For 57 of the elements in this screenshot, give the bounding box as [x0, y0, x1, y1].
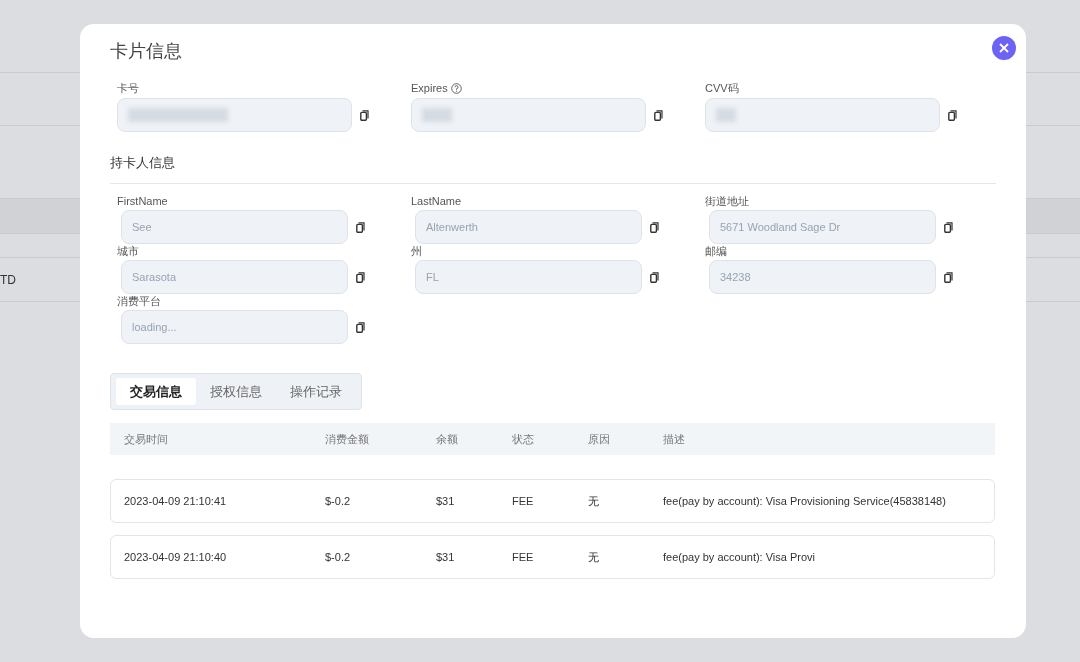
- text-field[interactable]: Sarasota: [121, 260, 348, 294]
- table-cell: TD: [0, 272, 16, 287]
- table-cell-text: fee(pay by account): Visa Provi: [663, 551, 817, 563]
- copy-icon[interactable]: [356, 221, 365, 233]
- close-icon: [999, 43, 1009, 53]
- text-field[interactable]: Altenwerth: [415, 210, 642, 244]
- field-label: 消费平台: [117, 294, 162, 308]
- text-field[interactable]: loading...: [121, 310, 348, 344]
- table-cell-text: 无: [588, 549, 600, 565]
- text-field[interactable]: 5671 Woodland Sage Dr: [709, 210, 936, 244]
- table-cell-text: 无: [588, 493, 600, 509]
- copy-icon[interactable]: [944, 221, 953, 233]
- dialog-title: 卡片信息: [110, 40, 183, 62]
- masked-field[interactable]: [117, 98, 352, 132]
- field-label: 邮编: [705, 244, 728, 258]
- copy-icon[interactable]: [654, 109, 663, 121]
- table-cell-text: $31: [436, 495, 456, 507]
- column-header: 余额: [436, 431, 459, 447]
- table-cell-text: 2023-04-09 21:10:41: [124, 495, 228, 507]
- table-cell-text: FEE: [512, 495, 535, 507]
- copy-icon[interactable]: [944, 271, 953, 283]
- copy-icon[interactable]: [360, 109, 369, 121]
- masked-field[interactable]: [705, 98, 940, 132]
- field-label: FirstName: [117, 194, 169, 208]
- field-label: CVV码: [705, 80, 739, 96]
- field-label: LastName: [411, 194, 463, 208]
- table-cell-text: 2023-04-09 21:10:40: [124, 551, 228, 563]
- column-header: 描述: [663, 431, 686, 447]
- copy-icon[interactable]: [356, 321, 365, 333]
- table-cell-text: fee(pay by account): Visa Provisioning Service(45838148): [663, 495, 947, 507]
- tab[interactable]: 操作记录: [276, 378, 356, 405]
- text-field[interactable]: See: [121, 210, 348, 244]
- table-cell-text: $-0.2: [325, 495, 352, 507]
- tab[interactable]: 授权信息: [196, 378, 276, 405]
- help-icon: [450, 82, 462, 94]
- field-label: 街道地址: [705, 194, 750, 208]
- column-header: 消费金额: [325, 431, 370, 447]
- column-header: 原因: [588, 431, 611, 447]
- field-label: Expires: [411, 82, 448, 94]
- table-cell-text: $-0.2: [325, 551, 352, 563]
- masked-field[interactable]: [411, 98, 646, 132]
- tab[interactable]: 交易信息: [116, 378, 196, 405]
- field-label: 州: [411, 244, 423, 258]
- text-field[interactable]: 34238: [709, 260, 936, 294]
- table-cell-text: $31: [436, 551, 456, 563]
- column-header: 交易时间: [124, 431, 169, 447]
- copy-icon[interactable]: [356, 271, 365, 283]
- field-label: 城市: [117, 244, 140, 258]
- copy-icon[interactable]: [948, 109, 957, 121]
- close-button[interactable]: [992, 36, 1016, 60]
- section-title: 持卡人信息: [110, 154, 176, 170]
- field-label: 卡号: [117, 80, 139, 96]
- text-field[interactable]: FL: [415, 260, 642, 294]
- copy-icon[interactable]: [650, 271, 659, 283]
- copy-icon[interactable]: [650, 221, 659, 233]
- table-cell-text: FEE: [512, 551, 535, 563]
- column-header: 状态: [512, 431, 535, 447]
